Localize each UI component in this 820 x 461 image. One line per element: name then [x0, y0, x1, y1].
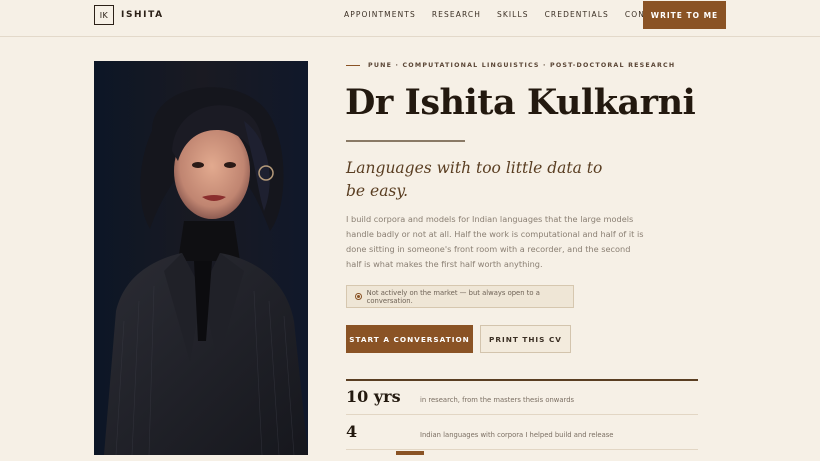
nav-credentials[interactable]: CREDENTIALS — [545, 10, 609, 19]
stat-label: Indian languages with corpora I helped b… — [420, 431, 614, 439]
radio-dot-icon — [355, 293, 362, 300]
eyebrow-text: PUNE · COMPUTATIONAL LINGUISTICS · POST-… — [368, 62, 676, 69]
top-navigation-bar: IK ISHITA APPOINTMENTS RESEARCH SKILLS C… — [0, 0, 820, 37]
scroll-indicator — [396, 451, 424, 455]
print-cv-button[interactable]: PRINT THIS CV — [480, 325, 571, 353]
eyebrow-rule — [346, 65, 360, 66]
write-to-me-button[interactable]: WRITE TO ME — [643, 1, 726, 29]
page-title: Dr Ishita Kulkarni — [345, 82, 696, 123]
logo-name[interactable]: ISHITA — [121, 10, 164, 20]
stat-value: 4 — [346, 422, 358, 441]
tagline: Languages with too little data to be eas… — [346, 159, 603, 200]
logo-mark[interactable]: IK — [94, 5, 114, 25]
portrait-photo — [94, 61, 308, 455]
bio-paragraph: I build corpora and models for Indian la… — [346, 214, 644, 269]
status-text: Not actively on the market — but always … — [366, 288, 540, 305]
main-nav: APPOINTMENTS RESEARCH SKILLS CREDENTIALS… — [344, 10, 684, 19]
title-underline — [346, 140, 465, 142]
availability-status: Not actively on the market — but always … — [346, 285, 574, 308]
stat-label: in research, from the masters thesis onw… — [420, 396, 575, 404]
portrait-illustration — [94, 61, 308, 455]
start-conversation-button[interactable]: START A CONVERSATION — [346, 325, 473, 353]
nav-appointments[interactable]: APPOINTMENTS — [344, 10, 416, 19]
stat-row: 10 yrs in research, from the masters the… — [346, 381, 698, 415]
nav-research[interactable]: RESEARCH — [432, 10, 481, 19]
stat-value: 10 yrs — [346, 387, 401, 406]
stat-row: 4 Indian languages with corpora I helped… — [346, 416, 698, 450]
nav-skills[interactable]: SKILLS — [497, 10, 529, 19]
